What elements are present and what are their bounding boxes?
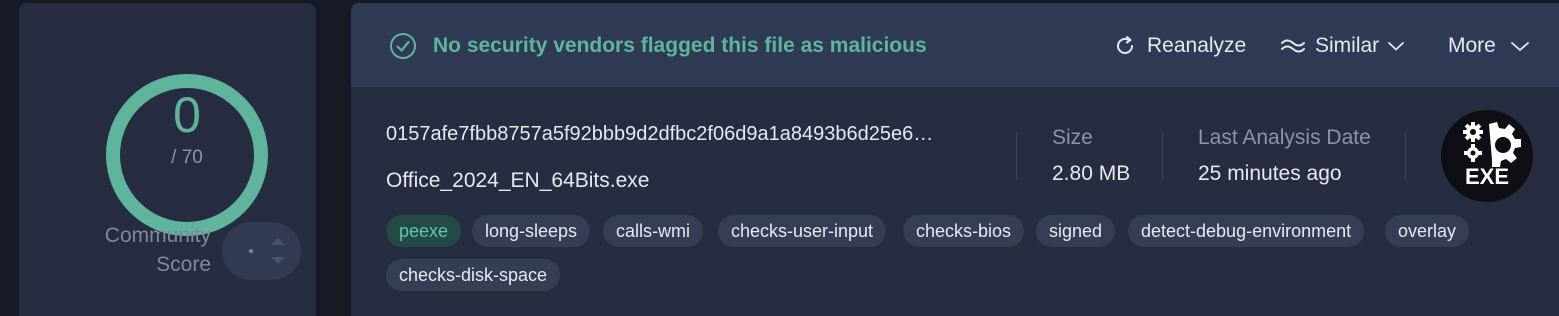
chevron-down-icon bbox=[1510, 42, 1529, 51]
file-name: Office_2024_EN_64Bits.exe bbox=[386, 169, 650, 192]
similar-button[interactable]: Similar bbox=[1280, 32, 1405, 60]
similar-icon bbox=[1281, 39, 1305, 53]
tag-chip[interactable]: signed bbox=[1036, 215, 1116, 247]
detection-banner: No security vendors flagged this file as… bbox=[351, 3, 1559, 87]
detection-status-text: No security vendors flagged this file as… bbox=[433, 34, 927, 57]
detection-total: / 70 bbox=[171, 147, 203, 168]
tag-chip[interactable]: long-sleeps bbox=[472, 215, 591, 247]
tag-chip[interactable]: checks-disk-space bbox=[386, 259, 561, 291]
last-analysis-label: Last Analysis Date bbox=[1198, 126, 1371, 149]
community-score-card: 0 / 70 Community Score bbox=[19, 3, 316, 316]
size-value: 2.80 MB bbox=[1052, 162, 1131, 185]
upvote-icon[interactable] bbox=[270, 236, 286, 246]
last-analysis-value: 25 minutes ago bbox=[1198, 162, 1342, 185]
tag-chip[interactable]: calls-wmi bbox=[603, 215, 703, 247]
refresh-icon bbox=[1117, 36, 1133, 54]
tag-chip[interactable]: overlay bbox=[1385, 215, 1470, 247]
chevron-down-icon bbox=[1388, 42, 1405, 51]
downvote-icon[interactable] bbox=[270, 256, 286, 266]
similar-label: Similar bbox=[1315, 34, 1380, 57]
file-type-label: EXE bbox=[1464, 164, 1510, 189]
reanalyze-label: Reanalyze bbox=[1147, 34, 1247, 57]
tag-chip[interactable]: checks-user-input bbox=[718, 215, 887, 247]
gears-icon bbox=[1463, 122, 1521, 167]
community-vote-widget bbox=[222, 222, 301, 280]
tag-chip[interactable]: checks-bios bbox=[903, 215, 1025, 247]
vote-score-dot bbox=[249, 249, 253, 253]
divider bbox=[1162, 132, 1163, 180]
tag-chip[interactable]: detect-debug-environment bbox=[1128, 215, 1365, 247]
detection-score: 0 bbox=[173, 87, 201, 143]
check-circle-icon bbox=[390, 33, 416, 59]
divider bbox=[1405, 132, 1406, 180]
community-score-label: Community Score bbox=[104, 224, 211, 276]
file-summary-card: No security vendors flagged this file as… bbox=[351, 3, 1559, 316]
tag-chip[interactable]: peexe bbox=[386, 215, 462, 247]
file-type-badge: EXE bbox=[1441, 110, 1533, 202]
size-label: Size bbox=[1052, 126, 1093, 149]
reanalyze-button[interactable]: Reanalyze bbox=[1113, 32, 1246, 60]
more-label: More bbox=[1448, 34, 1496, 57]
divider bbox=[1016, 132, 1017, 180]
file-hash[interactable]: 0157afe7fbb8757a5f92bbb9d2dfbc2f06d9a1a8… bbox=[386, 123, 986, 146]
more-button[interactable]: More bbox=[1448, 32, 1530, 60]
